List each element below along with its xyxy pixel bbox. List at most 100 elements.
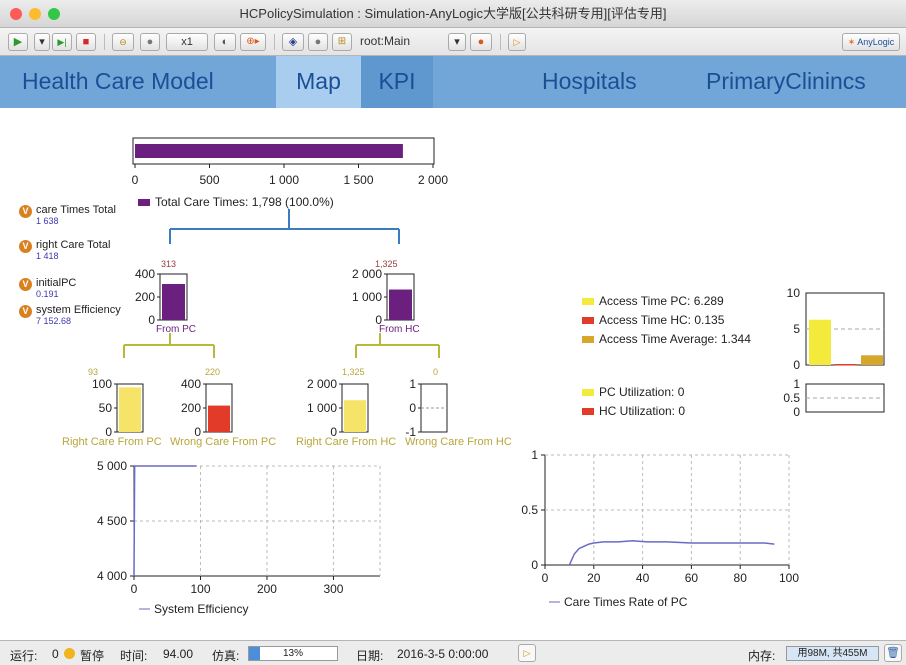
- total-axis-tick-label: 1 000: [269, 173, 299, 187]
- sim-progress-bar: 13%: [248, 646, 338, 661]
- speed-icon[interactable]: ●: [140, 33, 160, 51]
- tree-connector-top: [169, 209, 400, 244]
- total-axis-tick-label: 1 500: [343, 173, 373, 187]
- status-bar: 运行: 0 暂停 时间: 94.00 仿真: 13% 日期: 2016-3-5 …: [0, 640, 906, 665]
- access-tick-label: 0: [793, 358, 800, 372]
- minimize-window-button[interactable]: [29, 8, 41, 20]
- step-icon[interactable]: ▶|: [52, 33, 72, 51]
- rate-x-tick-label: 100: [779, 571, 799, 585]
- wrong-pc-value: 220: [205, 367, 220, 377]
- charts-svg: 0 500 1 000 1 500 2 000 40020002 0001 000010…: [62, 137, 885, 616]
- camera-icon[interactable]: ●: [308, 33, 328, 51]
- time-label: 时间:: [120, 649, 148, 663]
- memory-bar: 用98M, 共455M: [786, 646, 879, 661]
- title-bar: HCPolicySimulation : Simulation-AnyLogic…: [0, 0, 906, 28]
- model-menu-bar: Health Care Model Map KPI Hospitals Prim…: [0, 56, 906, 108]
- right-hc-value: 1,325: [342, 367, 365, 377]
- console-icon[interactable]: ▷: [508, 33, 526, 51]
- run-dropdown-icon[interactable]: ▾: [34, 33, 50, 51]
- rate-series-line: [568, 540, 775, 566]
- total-axis-tick-label: 0: [132, 173, 139, 187]
- access-pc-bar: [809, 319, 831, 365]
- efficiency-x-tick-label: 100: [190, 582, 210, 596]
- sim-label: 仿真:: [212, 649, 240, 663]
- speed-up-icon[interactable]: ⊕▸: [240, 33, 266, 51]
- menu-map[interactable]: Map: [276, 56, 361, 108]
- sim-progress-text: 13%: [282, 648, 303, 659]
- wrong-hc-tick-label: 0: [409, 401, 416, 415]
- wrong-pc-tick-label: 200: [181, 401, 201, 415]
- access-avg-bar: [861, 355, 883, 365]
- virtual-time-icon[interactable]: ◐: [214, 33, 236, 51]
- menu-primary-clinics[interactable]: PrimaryClinincs: [706, 56, 866, 108]
- menu-health-care-model[interactable]: Health Care Model: [22, 56, 214, 108]
- rate-legend-text: Care Times Rate of PC: [564, 595, 688, 609]
- efficiency-x-tick-label: 300: [323, 582, 343, 596]
- right-pc-bar: [119, 387, 141, 432]
- slow-down-icon[interactable]: ⊖: [112, 33, 134, 51]
- rate-y-tick-label: 1: [531, 448, 538, 462]
- rate-x-tick-label: 0: [542, 571, 549, 585]
- utilization-tick-label: 1: [793, 377, 800, 391]
- navigation-icon[interactable]: ◈: [282, 33, 304, 51]
- from-pc-bar: [162, 284, 185, 320]
- agent-dropdown-icon[interactable]: ▾: [448, 33, 466, 51]
- from-pc-tick-label: 400: [135, 267, 155, 281]
- model-tree-icon[interactable]: ⊞: [332, 33, 352, 51]
- wrong-hc-value: 0: [433, 367, 438, 377]
- menu-kpi[interactable]: KPI: [361, 56, 433, 108]
- rate-x-tick-label: 80: [734, 571, 748, 585]
- window-title: HCPolicySimulation : Simulation-AnyLogic…: [239, 6, 667, 21]
- efficiency-y-tick-label: 4 500: [97, 514, 127, 528]
- total-axis-tick-label: 500: [199, 173, 219, 187]
- efficiency-x-tick-label: 0: [131, 582, 138, 596]
- toolbar: ▶ ▾ ▶| ■ ⊖ ● x1 ◐ ⊕▸ ◈ ● ⊞ root:Main ▾ ●…: [0, 28, 906, 56]
- from-hc-tick-label: 1 000: [352, 290, 382, 304]
- memory-label: 内存:: [748, 649, 776, 663]
- access-tick-label: 5: [793, 322, 800, 336]
- anylogic-logo[interactable]: ✶ AnyLogic: [842, 33, 900, 51]
- rate-x-tick-label: 40: [636, 571, 650, 585]
- anylogic-logo-text: AnyLogic: [857, 37, 895, 47]
- rate-x-tick-label: 20: [587, 571, 601, 585]
- trash-icon[interactable]: 🗑: [884, 644, 902, 662]
- wrong-pc-bar: [208, 405, 230, 432]
- pause-label: 暂停: [80, 649, 105, 663]
- run-icon[interactable]: ▶: [8, 33, 28, 51]
- date-label: 日期:: [356, 649, 384, 663]
- wrong-hc-tick-label: 1: [409, 377, 416, 391]
- utilization-tick-label: 0: [793, 405, 800, 419]
- utilization-tick-label: 0.5: [783, 391, 800, 405]
- efficiency-y-tick-label: 5 000: [97, 459, 127, 473]
- anylogic-logo-icon: ✶: [847, 37, 856, 47]
- close-window-button[interactable]: [10, 8, 22, 20]
- toolbar-separator: [104, 34, 105, 50]
- menu-hospitals[interactable]: Hospitals: [542, 56, 637, 108]
- right-hc-bar: [344, 400, 366, 432]
- zoom-window-button[interactable]: [48, 8, 60, 20]
- access-tick-label: 10: [787, 286, 801, 300]
- navigate-icon[interactable]: ●: [470, 33, 492, 51]
- from-pc-value: 313: [161, 259, 176, 269]
- total-axis-tick-label: 2 000: [418, 173, 448, 187]
- efficiency-x-tick-label: 200: [257, 582, 277, 596]
- time-value: 94.00: [163, 647, 194, 661]
- tree-connector-hc: [355, 333, 440, 358]
- care-tree: 40020002 0001 000010050040020002 0001 00…: [92, 267, 448, 439]
- console-icon[interactable]: ▷: [518, 644, 536, 662]
- rate-x-tick-label: 60: [685, 571, 699, 585]
- right-hc-label: Right Care From HC: [296, 436, 396, 448]
- kpi-canvas: V care Times Total 1 638 V right Care To…: [0, 108, 906, 636]
- right-hc-tick-label: 2 000: [307, 377, 337, 391]
- right-hc-tick-label: 1 000: [307, 401, 337, 415]
- from-hc-tick-label: 2 000: [352, 267, 382, 281]
- agent-path: root:Main: [360, 34, 411, 48]
- stop-icon[interactable]: ■: [76, 33, 96, 51]
- run-label: 运行:: [10, 649, 38, 663]
- wrong-pc-tick-label: 400: [181, 377, 201, 391]
- from-pc-tick-label: 0: [148, 313, 155, 327]
- date-value: 2016-3-5 0:00:00: [397, 647, 489, 661]
- total-care-bar: [135, 144, 403, 158]
- from-pc-label: From PC: [156, 324, 196, 335]
- speed-field[interactable]: x1: [166, 33, 208, 51]
